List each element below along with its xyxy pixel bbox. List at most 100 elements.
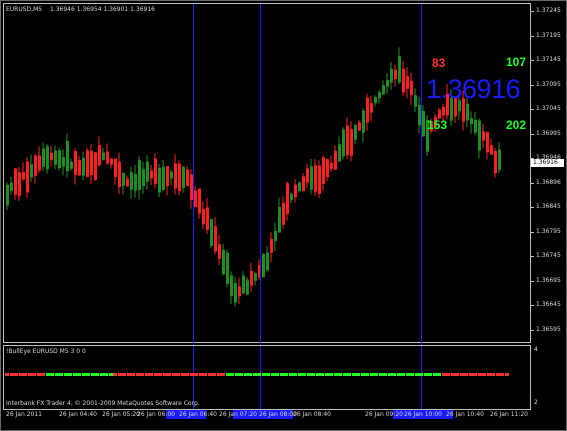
candle-body [22,172,25,180]
signal-dot [108,373,113,376]
signal-dot [360,373,365,376]
time-tick-label: 26 Jan 07:20 [219,411,257,418]
candle-body [302,176,305,191]
candle-body [290,193,293,201]
candle-body [286,183,289,214]
candle-body [346,125,349,156]
candle-body [422,110,425,137]
candle-body [226,252,229,284]
price-tick-label: 1.36995 [536,129,561,137]
time-tick-label: 26 Jan 05:20 [102,411,140,418]
candle-body [410,80,413,96]
candle-body [26,161,29,193]
signal-dot [504,373,509,376]
signal-dot [122,373,126,376]
candle-body [486,132,489,153]
signal-dot [320,373,324,376]
candle-body [498,149,501,171]
signal-dot [68,373,72,376]
price-axis[interactable]: 1.37245 1.37195 1.37145 1.37095 1.37045 1.369… [531,3,565,343]
stat-bottom-left: 153 [427,118,448,132]
candle-body [50,152,53,160]
signal-dot [473,373,477,376]
signal-dot [459,373,464,376]
candle-body [18,172,21,196]
signal-dot [486,373,491,376]
signal-dot [324,373,329,376]
candle-body [210,219,213,246]
signal-dot [419,373,423,376]
signal-dot [95,373,99,376]
candle-body [270,238,273,253]
signal-dot [446,373,450,376]
candle-body [262,254,265,278]
time-tick-label: 26 Jan 08:00 [259,411,297,418]
signal-dot [234,373,239,376]
candle-body [382,85,385,95]
time-tick-label: 26 Jan 06:40 [179,411,217,418]
signal-dot [410,373,414,376]
candle-body [74,151,77,175]
time-tick-label: 26 Jan 10:40 [446,411,484,418]
candle-body [102,152,105,160]
signal-dot [198,373,203,376]
candle-body [174,163,177,189]
candle-body [442,106,445,116]
candle-body [254,273,257,281]
symbol-info: EURUSD,M5 [6,6,43,13]
candle-body [202,209,205,225]
candle-body [86,150,89,177]
price-tick-label: 1.36595 [536,325,561,333]
signal-dot [99,373,104,376]
signal-dot [347,373,351,376]
candle-body [146,161,149,182]
signal-dot [405,373,410,376]
signal-dot [369,373,374,376]
signal-dot [189,373,194,376]
candle-body [334,150,337,170]
signal-dot [266,373,270,376]
candle-body [150,170,153,179]
signal-dot [279,373,284,376]
signal-dot [212,373,216,376]
signal-dot [32,373,36,376]
price-tick-label: 1.36896 [536,178,561,186]
signal-dot [468,373,473,376]
signal-dot [351,373,356,376]
signal-dot [239,373,243,376]
main-chart-pane[interactable] [3,3,531,343]
candle-body [30,164,33,178]
signal-dot [225,373,230,376]
time-tick-label: 26 Jan 08:40 [293,411,331,418]
signal-dot [374,373,378,376]
signal-dot [342,373,347,376]
candlestick-chart[interactable] [4,4,530,342]
candle-body [318,165,321,194]
candle-body [194,190,197,208]
candle-body [490,145,493,155]
signal-dot [81,373,86,376]
candle-body [114,158,117,178]
signal-dot [401,373,405,376]
candle-body [94,152,97,180]
signal-dot [167,373,171,376]
candle-body [158,167,161,193]
price-tick [531,84,534,86]
signal-dot [464,373,468,376]
candle-body [266,252,269,271]
signal-dot [86,373,90,376]
candle-body [406,76,409,89]
signal-dot [365,373,369,376]
price-tick [531,305,534,306]
candle-body [46,146,49,170]
time-axis[interactable]: 26 Jan 2011 26 Jan 04:40 26 Jan 05:20 26 Ja… [3,410,531,421]
signal-dot [158,373,162,376]
signal-dot [252,373,257,376]
time-tick-label: 26 Jan 10:00 [404,411,442,418]
signal-dot [315,373,320,376]
signal-dot [284,373,288,376]
signal-dot [495,373,500,376]
candle-body [154,158,157,184]
signal-dot [378,373,383,376]
candle-body [78,159,81,176]
